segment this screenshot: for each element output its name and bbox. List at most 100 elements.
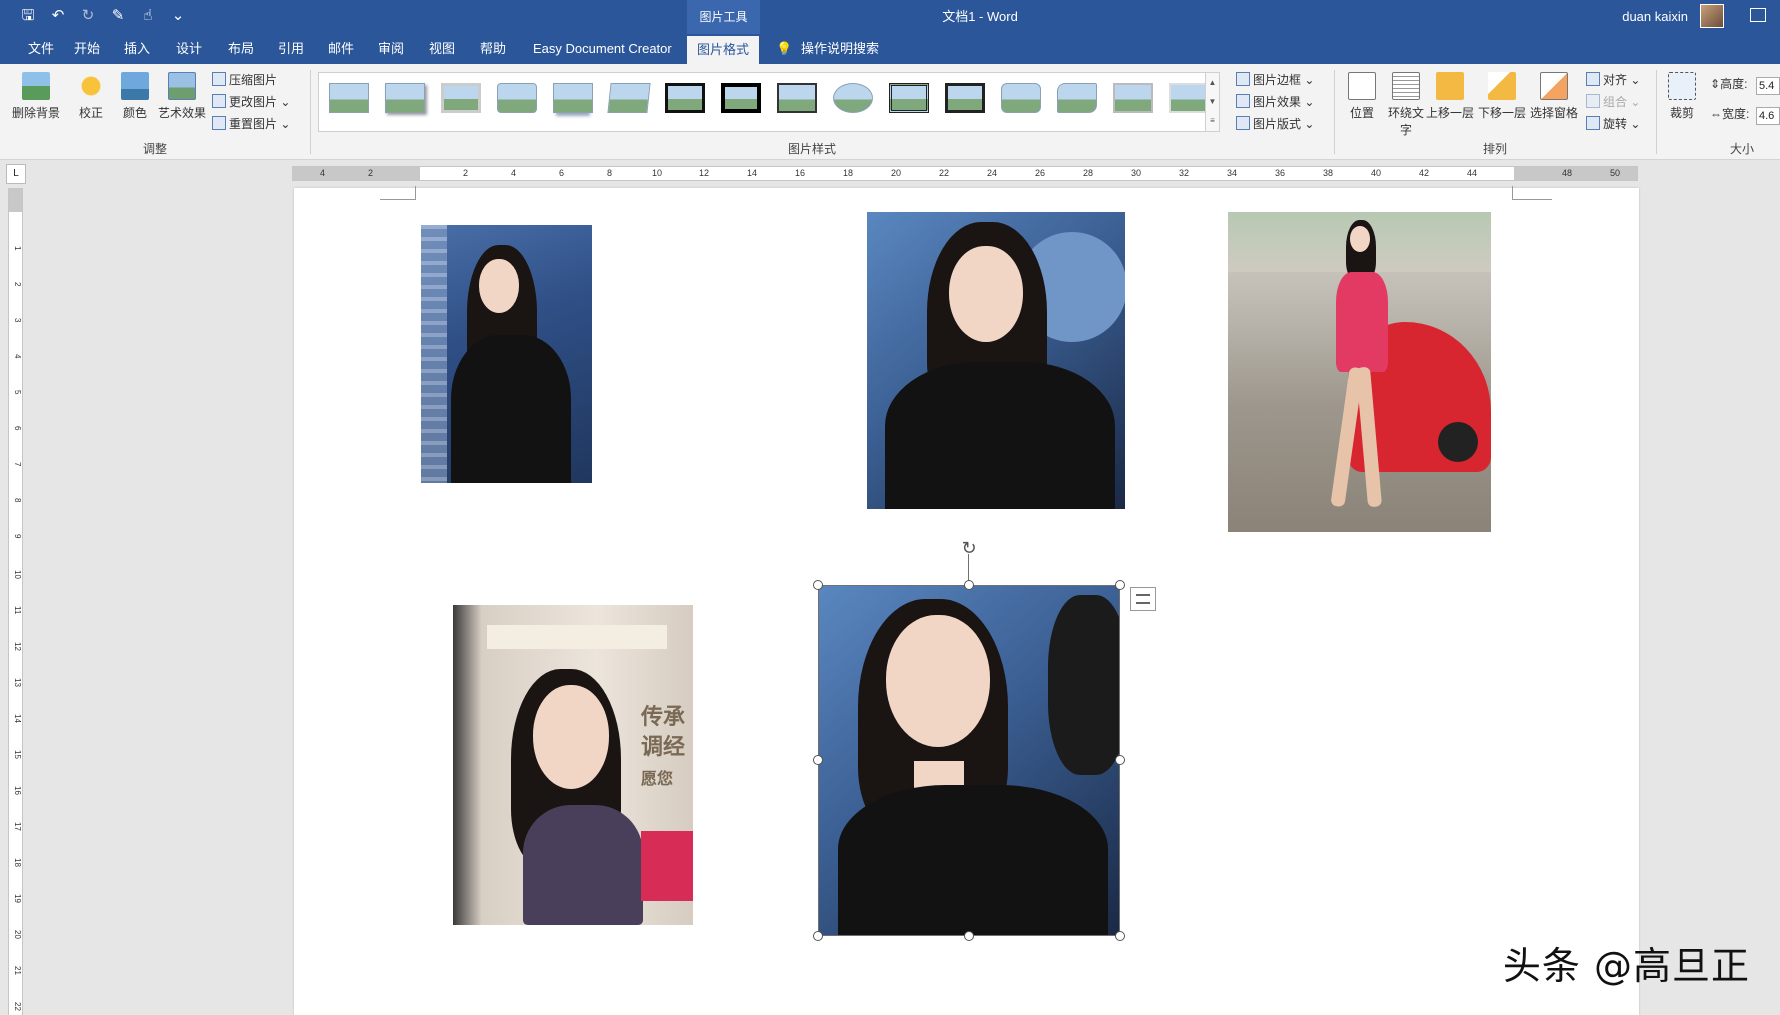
resize-handle[interactable] [964,931,974,941]
vruler-tick: 15 [13,750,22,759]
wrap-text-icon [1392,72,1420,100]
resize-handle[interactable] [1115,755,1125,765]
layout-options-icon[interactable] [1130,587,1156,611]
photo-woman-1[interactable] [421,225,592,483]
picture-layout-icon [1236,116,1250,130]
vruler-tick: 6 [13,426,22,431]
ruler-tick: 24 [987,168,998,178]
group-separator [1334,70,1335,154]
send-backward-icon [1488,72,1516,100]
style-thumbnail[interactable] [775,79,819,119]
style-thumbnail[interactable] [1111,79,1155,119]
style-thumbnail[interactable] [887,79,931,119]
tab-references[interactable]: 引用 [268,34,314,64]
vruler-tick: 3 [13,318,22,323]
tell-me-search[interactable]: 操作说明搜索 [801,34,879,64]
touch-mode-icon[interactable]: ☝ [138,6,158,26]
group-separator [310,70,311,154]
reset-picture-button[interactable]: 重置图片 ⌄ [212,114,290,134]
tab-layout[interactable]: 布局 [218,34,264,64]
artistic-effects-button[interactable]: 艺术效果 [156,70,208,121]
tab-easy-document-creator[interactable]: Easy Document Creator [523,34,682,64]
style-thumbnail[interactable] [327,79,371,119]
width-field[interactable]: 4.6 [1756,107,1780,125]
group-button[interactable]: 组合 ⌄ [1586,92,1640,112]
resize-handle[interactable] [813,931,823,941]
style-thumbnail[interactable] [719,79,763,119]
redo-icon[interactable]: ↻ [78,6,98,26]
tab-file[interactable]: 文件 [18,34,64,64]
ruler-tick: 38 [1323,168,1334,178]
style-thumbnail[interactable] [607,79,651,119]
save-icon[interactable]: 🖫 [18,6,38,26]
resize-handle[interactable] [1115,580,1125,590]
gallery-scroll[interactable]: ▲ ▼ ≡ [1205,73,1219,131]
change-picture-button[interactable]: 更改图片 ⌄ [212,92,290,112]
ruler-tick: 26 [1035,168,1046,178]
tab-insert[interactable]: 插入 [114,34,160,64]
vruler-tick: 5 [13,390,22,395]
format-painter-icon[interactable]: ✎ [108,6,128,26]
style-thumbnail[interactable] [943,79,987,119]
picture-styles-gallery[interactable]: ▲ ▼ ≡ [318,72,1220,132]
color-button[interactable]: 颜色 [112,70,158,121]
resize-handle[interactable] [1115,931,1125,941]
rotate-handle-icon[interactable]: ↻ [959,538,979,558]
undo-icon[interactable]: ↶ [48,6,68,26]
vertical-ruler[interactable] [8,188,23,1015]
selection-pane-button[interactable]: 选择窗格 [1528,70,1580,121]
style-thumbnail[interactable] [831,79,875,119]
style-thumbnail[interactable] [439,79,483,119]
quick-access-toolbar: 🖫 ↶ ↻ ✎ ☝ ⌄ [18,6,188,26]
rotate-button[interactable]: 旋转 ⌄ [1586,114,1640,134]
ribbon-display-options-icon[interactable] [1750,8,1766,22]
ruler-tick: 14 [747,168,758,178]
photo-woman-car[interactable] [1228,212,1491,532]
compress-pictures-button[interactable]: 压缩图片 [212,70,277,90]
vruler-tick: 1 [13,246,22,251]
compress-icon [212,72,226,86]
tab-help[interactable]: 帮助 [470,34,516,64]
tab-mailings[interactable]: 邮件 [318,34,364,64]
resize-handle[interactable] [813,580,823,590]
position-button[interactable]: 位置 [1342,70,1382,121]
picture-effects-button[interactable]: 图片效果 ⌄ [1236,92,1314,112]
height-field[interactable]: 5.4 [1756,77,1780,95]
tab-view[interactable]: 视图 [419,34,465,64]
photo-woman-2[interactable] [867,212,1125,509]
style-thumbnail[interactable] [495,79,539,119]
tab-design[interactable]: 设计 [166,34,212,64]
user-name[interactable]: duan kaixin [1622,0,1688,34]
style-thumbnail[interactable] [383,79,427,119]
remove-background-button[interactable]: 删除背景 [10,70,62,121]
document-page[interactable]: 传承 调经 愿您 ↻ [294,186,1639,1015]
crop-icon [1668,72,1696,100]
crop-button[interactable]: 裁剪 [1662,70,1702,121]
tab-home[interactable]: 开始 [64,34,110,64]
corrections-button[interactable]: 校正 [68,70,114,121]
style-thumbnail[interactable] [663,79,707,119]
photo-poster[interactable]: 传承 调经 愿您 [453,605,693,925]
resize-handle[interactable] [813,755,823,765]
tab-picture-format[interactable]: 图片格式 [687,36,760,64]
align-button[interactable]: 对齐 ⌄ [1586,70,1640,90]
lightbulb-icon[interactable]: 💡 [776,34,792,64]
picture-effects-icon [1236,94,1250,108]
customize-qat-icon[interactable]: ⌄ [168,6,188,26]
resize-handle[interactable] [964,580,974,590]
style-thumbnail[interactable] [1055,79,1099,119]
color-icon [121,72,149,100]
horizontal-ruler[interactable]: 4 2 2 4 6 8 10 12 14 16 18 20 22 24 26 2… [292,166,1638,181]
ruler-left-margin [292,167,420,180]
tab-selector-icon[interactable]: L [6,164,26,184]
tab-review[interactable]: 审阅 [368,34,414,64]
picture-border-button[interactable]: 图片边框 ⌄ [1236,70,1314,90]
avatar[interactable] [1700,4,1724,28]
style-thumbnail[interactable] [551,79,595,119]
wrap-text-button[interactable]: 环绕文字 [1386,70,1426,138]
group-label-picture-styles: 图片样式 [787,142,836,156]
send-backward-button[interactable]: 下移一层 [1476,70,1528,121]
style-thumbnail[interactable] [999,79,1043,119]
picture-layout-button[interactable]: 图片版式 ⌄ [1236,114,1314,134]
bring-forward-button[interactable]: 上移一层 [1424,70,1476,121]
